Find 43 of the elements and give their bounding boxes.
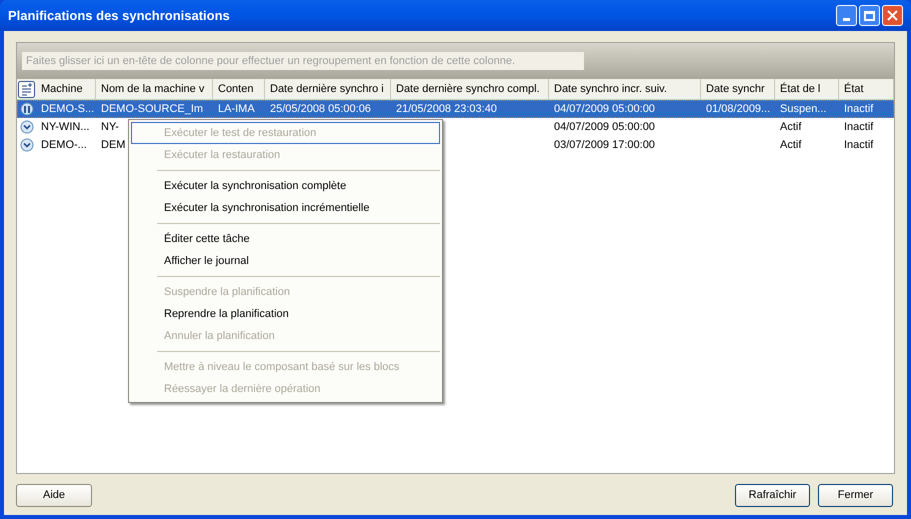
table-cell: Inactif — [844, 121, 874, 133]
table-cell: DEMO-S... — [41, 103, 94, 115]
column-header[interactable]: Conten — [213, 79, 265, 99]
table-cell: Inactif — [844, 139, 874, 151]
window-title: Planifications des synchronisations — [8, 6, 230, 25]
table-cell: 01/08/2009... — [706, 103, 770, 115]
table-cell: 03/07/2009 17:00:00 — [554, 139, 655, 151]
column-header[interactable]: Date synchr — [701, 79, 775, 99]
dialog-button[interactable]: Fermer — [818, 484, 893, 507]
table-cell: DEMO-SOURCE_Im — [101, 103, 204, 115]
table-cell: DEM — [101, 139, 126, 151]
menu-item[interactable]: Exécuter la synchronisation incrémentielle — [131, 197, 440, 219]
table-cell: DEMO-... — [41, 139, 87, 151]
table-cell: NY- — [101, 121, 119, 133]
table-cell: NY-WIN... — [41, 121, 90, 133]
table-cell: 04/07/2009 05:00:00 — [554, 103, 655, 115]
column-header[interactable]: Nom de la machine v — [96, 79, 213, 99]
table-cell: Actif — [780, 121, 802, 133]
column-header[interactable]: Date synchro incr. suiv. — [549, 79, 701, 99]
table-cell: 25/05/2008 05:00:06 — [270, 103, 371, 115]
close-button[interactable] — [882, 5, 903, 26]
table-cell: Actif — [780, 139, 802, 151]
column-header[interactable]: État — [839, 79, 894, 99]
column-chooser-icon[interactable] — [18, 80, 35, 98]
column-header[interactable]: État de l — [775, 79, 839, 99]
menu-item[interactable]: Reprendre la planification — [131, 303, 440, 325]
table-cell: LA-IMA — [218, 103, 255, 115]
table-cell: Inactif — [844, 103, 874, 115]
table-cell: 21/05/2008 23:03:40 — [396, 103, 497, 115]
dialog-button[interactable]: Aide — [16, 484, 92, 507]
dialog-button[interactable]: Rafraîchir — [735, 484, 810, 507]
table-cell: Suspen... — [780, 103, 826, 115]
menu-item[interactable]: Exécuter la synchronisation complète — [131, 175, 440, 197]
column-header[interactable]: Date dernière synchro compl. — [391, 79, 549, 99]
menu-item[interactable]: Afficher le journal — [131, 250, 440, 272]
minimize-button[interactable] — [836, 5, 857, 26]
column-header[interactable]: Date dernière synchro i — [265, 79, 391, 99]
close-icon — [887, 10, 898, 21]
table-cell: 04/07/2009 05:00:00 — [554, 121, 655, 133]
menu-item[interactable]: Éditer cette tâche — [131, 228, 440, 250]
maximize-button[interactable] — [859, 5, 880, 26]
group-by-hint: Faites glisser ici un en-tête de colonne pour effectuer un regroupement en fonction de cette colonne. — [22, 52, 584, 70]
column-header[interactable]: Machine — [36, 79, 96, 99]
